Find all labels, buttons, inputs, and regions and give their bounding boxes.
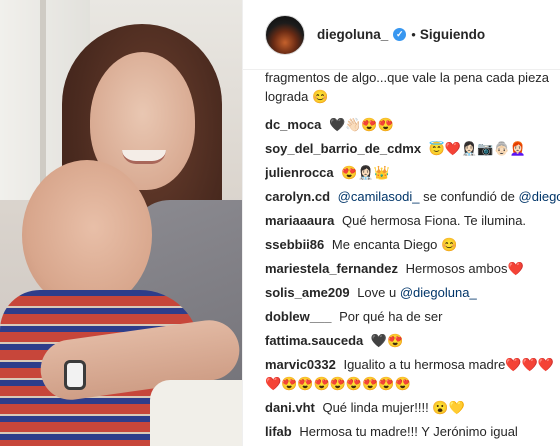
comment-text: fragmentos de algo...que vale la pena ca… bbox=[265, 70, 550, 104]
comment-item: julienrocca 😍👩🏻‍⚕️👑 bbox=[265, 163, 560, 182]
comment-item: lifab Hermosa tu madre!!! Y Jerónimo igu… bbox=[265, 422, 560, 441]
comment-text: Hermosos ambos❤️ bbox=[405, 261, 524, 276]
comment-item: carolyn.cd @camilasodi_ se confundió de … bbox=[265, 187, 560, 206]
header-separator: • bbox=[411, 27, 416, 42]
post-header: diegoluna_ ✓ • Siguiendo bbox=[243, 0, 560, 70]
comment-username[interactable]: doblew___ bbox=[265, 309, 331, 324]
comment-item: dani.vht Qué linda mujer!!!! 😮💛 bbox=[265, 398, 560, 417]
comment-mention[interactable]: @camilasodi_ bbox=[338, 189, 420, 204]
comment-username[interactable]: soy_del_barrio_de_cdmx bbox=[265, 141, 421, 156]
comment-username[interactable]: fattima.sauceda bbox=[265, 333, 363, 348]
comment-text: 🖤😍 bbox=[370, 333, 404, 348]
comment-username[interactable]: ssebbii86 bbox=[265, 237, 324, 252]
comment-item: mariaaaura Qué hermosa Fiona. Te ilumina… bbox=[265, 211, 560, 230]
photo-baby-head bbox=[22, 160, 152, 310]
comment-item: doblew___ Por qué ha de ser bbox=[265, 307, 560, 326]
comment-item: ssebbii86 Me encanta Diego 😊 bbox=[265, 235, 560, 254]
comment-username[interactable]: marvic0332 bbox=[265, 357, 336, 372]
comment-mention[interactable]: @diegoluna_ bbox=[400, 285, 477, 300]
comment-username[interactable]: lifab bbox=[265, 424, 292, 439]
comment-username[interactable]: mariaaaura bbox=[265, 213, 334, 228]
comment-text: Hermosa tu madre!!! Y Jerónimo igual bbox=[299, 424, 518, 439]
comment-username[interactable]: julienrocca bbox=[265, 165, 334, 180]
comment-username[interactable]: carolyn.cd bbox=[265, 189, 330, 204]
comment-text: 😇❤️👩🏻‍⚕️📷👵🏻👩🏻‍🦰 bbox=[428, 141, 526, 156]
comments-panel: diegoluna_ ✓ • Siguiendo fragmentos de a… bbox=[242, 0, 560, 446]
post-photo[interactable] bbox=[0, 0, 242, 446]
comment-item: soy_del_barrio_de_cdmx 😇❤️👩🏻‍⚕️📷👵🏻👩🏻‍🦰 bbox=[265, 139, 560, 158]
comment-username[interactable]: dani.vht bbox=[265, 400, 315, 415]
comment-mention[interactable]: @diego bbox=[519, 189, 560, 204]
comment-item: marvic0332 Igualito a tu hermosa madre❤️… bbox=[265, 355, 560, 393]
following-button[interactable]: Siguiendo bbox=[420, 27, 485, 42]
comment-username[interactable]: solis_ame209 bbox=[265, 285, 350, 300]
comment-text: Por qué ha de ser bbox=[339, 309, 443, 324]
comment-text: 🖤👋🏻😍😍 bbox=[329, 117, 394, 132]
comment-item: fattima.sauceda 🖤😍 bbox=[265, 331, 560, 350]
verified-badge-icon: ✓ bbox=[393, 28, 407, 41]
photo-sleeve bbox=[150, 380, 242, 446]
comment-text: se confundió de bbox=[419, 189, 519, 204]
photo-watch bbox=[64, 360, 86, 390]
comment-item: dc_moca 🖤👋🏻😍😍 bbox=[265, 115, 560, 134]
comment-item: mariestela_fernandez Hermosos ambos❤️ bbox=[265, 259, 560, 278]
comment-list: fragmentos de algo...que vale la pena ca… bbox=[265, 70, 560, 446]
comment-item: solis_ame209 Love u @diegoluna_ bbox=[265, 283, 560, 302]
comment-text: Me encanta Diego 😊 bbox=[331, 237, 458, 252]
author-username[interactable]: diegoluna_ bbox=[317, 27, 388, 42]
comment-username[interactable]: mariestela_fernandez bbox=[265, 261, 398, 276]
author-avatar[interactable] bbox=[265, 14, 305, 55]
comment-text: Love u bbox=[357, 285, 400, 300]
comment-text: Qué hermosa Fiona. Te ilumina. bbox=[342, 213, 527, 228]
comment-text: Qué linda mujer!!!! 😮💛 bbox=[322, 400, 465, 415]
comment-item: fragmentos de algo...que vale la pena ca… bbox=[265, 70, 560, 106]
comment-text: 😍👩🏻‍⚕️👑 bbox=[341, 165, 390, 180]
comment-username[interactable]: dc_moca bbox=[265, 117, 321, 132]
